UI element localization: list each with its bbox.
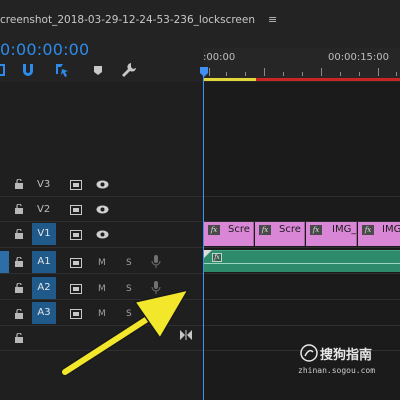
track-separator [0, 247, 400, 248]
fx-badge: fx [259, 225, 271, 235]
clip-label: Scre [228, 224, 250, 235]
fx-badge: fx [212, 253, 222, 262]
fx-badge: fx [208, 225, 220, 235]
work-area-bar-rendered[interactable] [203, 78, 256, 81]
lock-icon[interactable] [14, 179, 24, 189]
source-patch-a3[interactable]: A3 [32, 302, 56, 324]
video-clip[interactable]: fx IMG_ [306, 222, 357, 246]
video-clip[interactable]: fx Scre [204, 222, 254, 246]
watermark-brand: 搜狗指南 [320, 348, 373, 363]
track-separator [0, 273, 400, 274]
fx-badge: fx [362, 225, 374, 235]
track-name-v2[interactable]: V2 [37, 204, 50, 215]
film-icon[interactable] [70, 258, 82, 268]
clip-label: IMG_ [382, 224, 400, 235]
lock-icon[interactable] [14, 309, 24, 319]
lock-icon[interactable] [14, 283, 24, 293]
ruler-tick [283, 72, 284, 76]
fx-badge: fx [310, 225, 322, 235]
mute-button-a1[interactable]: M [98, 258, 106, 268]
track-name-v3[interactable]: V3 [37, 179, 50, 190]
ruler-tick [359, 72, 360, 76]
eye-icon[interactable] [96, 230, 109, 239]
video-clip[interactable]: fx IMG_ [358, 222, 400, 246]
add-marker-icon[interactable] [90, 62, 106, 78]
lock-icon[interactable] [14, 229, 24, 239]
clip-label: IMG_ [332, 224, 357, 235]
target-track-indicator[interactable] [0, 251, 9, 273]
watermark-url: zhinan.sogou.com [298, 366, 376, 375]
ruler-tick [340, 72, 341, 76]
audio-volume-line[interactable] [204, 263, 400, 264]
wrench-settings-icon[interactable] [121, 62, 137, 78]
audio-clip[interactable] [204, 250, 400, 272]
ruler-label-15s: 00:00:15:00 [328, 52, 390, 63]
sequence-tab-title[interactable]: creenshot_2018-03-29-12-24-53-236_locksc… [0, 14, 255, 26]
ruler-tick [378, 68, 379, 76]
film-icon[interactable] [70, 180, 82, 190]
source-patch-a2[interactable]: A2 [32, 277, 56, 299]
work-area-bar-unrendered[interactable] [256, 78, 400, 81]
film-icon[interactable] [70, 205, 82, 215]
insert-nest-icon[interactable] [0, 62, 16, 78]
clip-label: Scre [279, 224, 301, 235]
ruler-tick [209, 68, 210, 76]
ruler-tick [321, 68, 322, 76]
panel-menu-icon[interactable]: ≡ [268, 13, 277, 26]
ruler-tick [245, 72, 246, 76]
mic-icon[interactable] [151, 255, 161, 269]
film-icon[interactable] [70, 230, 82, 240]
source-patch-a1[interactable]: A1 [32, 251, 56, 273]
track-separator [0, 196, 400, 197]
ruler-tick [302, 72, 303, 76]
solo-button-a1[interactable]: S [126, 258, 132, 268]
linked-selection-icon[interactable] [54, 62, 70, 78]
sogou-logo-icon [300, 344, 318, 362]
snap-magnet-icon[interactable] [20, 62, 36, 78]
ruler-tick [264, 68, 265, 76]
playhead-line[interactable] [203, 76, 204, 400]
video-clip[interactable]: fx Scre [255, 222, 305, 246]
playhead-timecode[interactable]: 0:00:00:00 [0, 40, 89, 59]
eye-icon[interactable] [96, 180, 109, 189]
ruler-tick [396, 72, 397, 76]
eye-icon[interactable] [96, 205, 109, 214]
annotation-arrow [60, 288, 190, 377]
source-patch-v1[interactable]: V1 [32, 223, 56, 245]
lock-icon[interactable] [14, 333, 24, 343]
ruler-tick [226, 72, 227, 76]
lock-icon[interactable] [14, 257, 24, 267]
ruler-label-start: :00:00 [203, 52, 236, 63]
lock-icon[interactable] [14, 204, 24, 214]
